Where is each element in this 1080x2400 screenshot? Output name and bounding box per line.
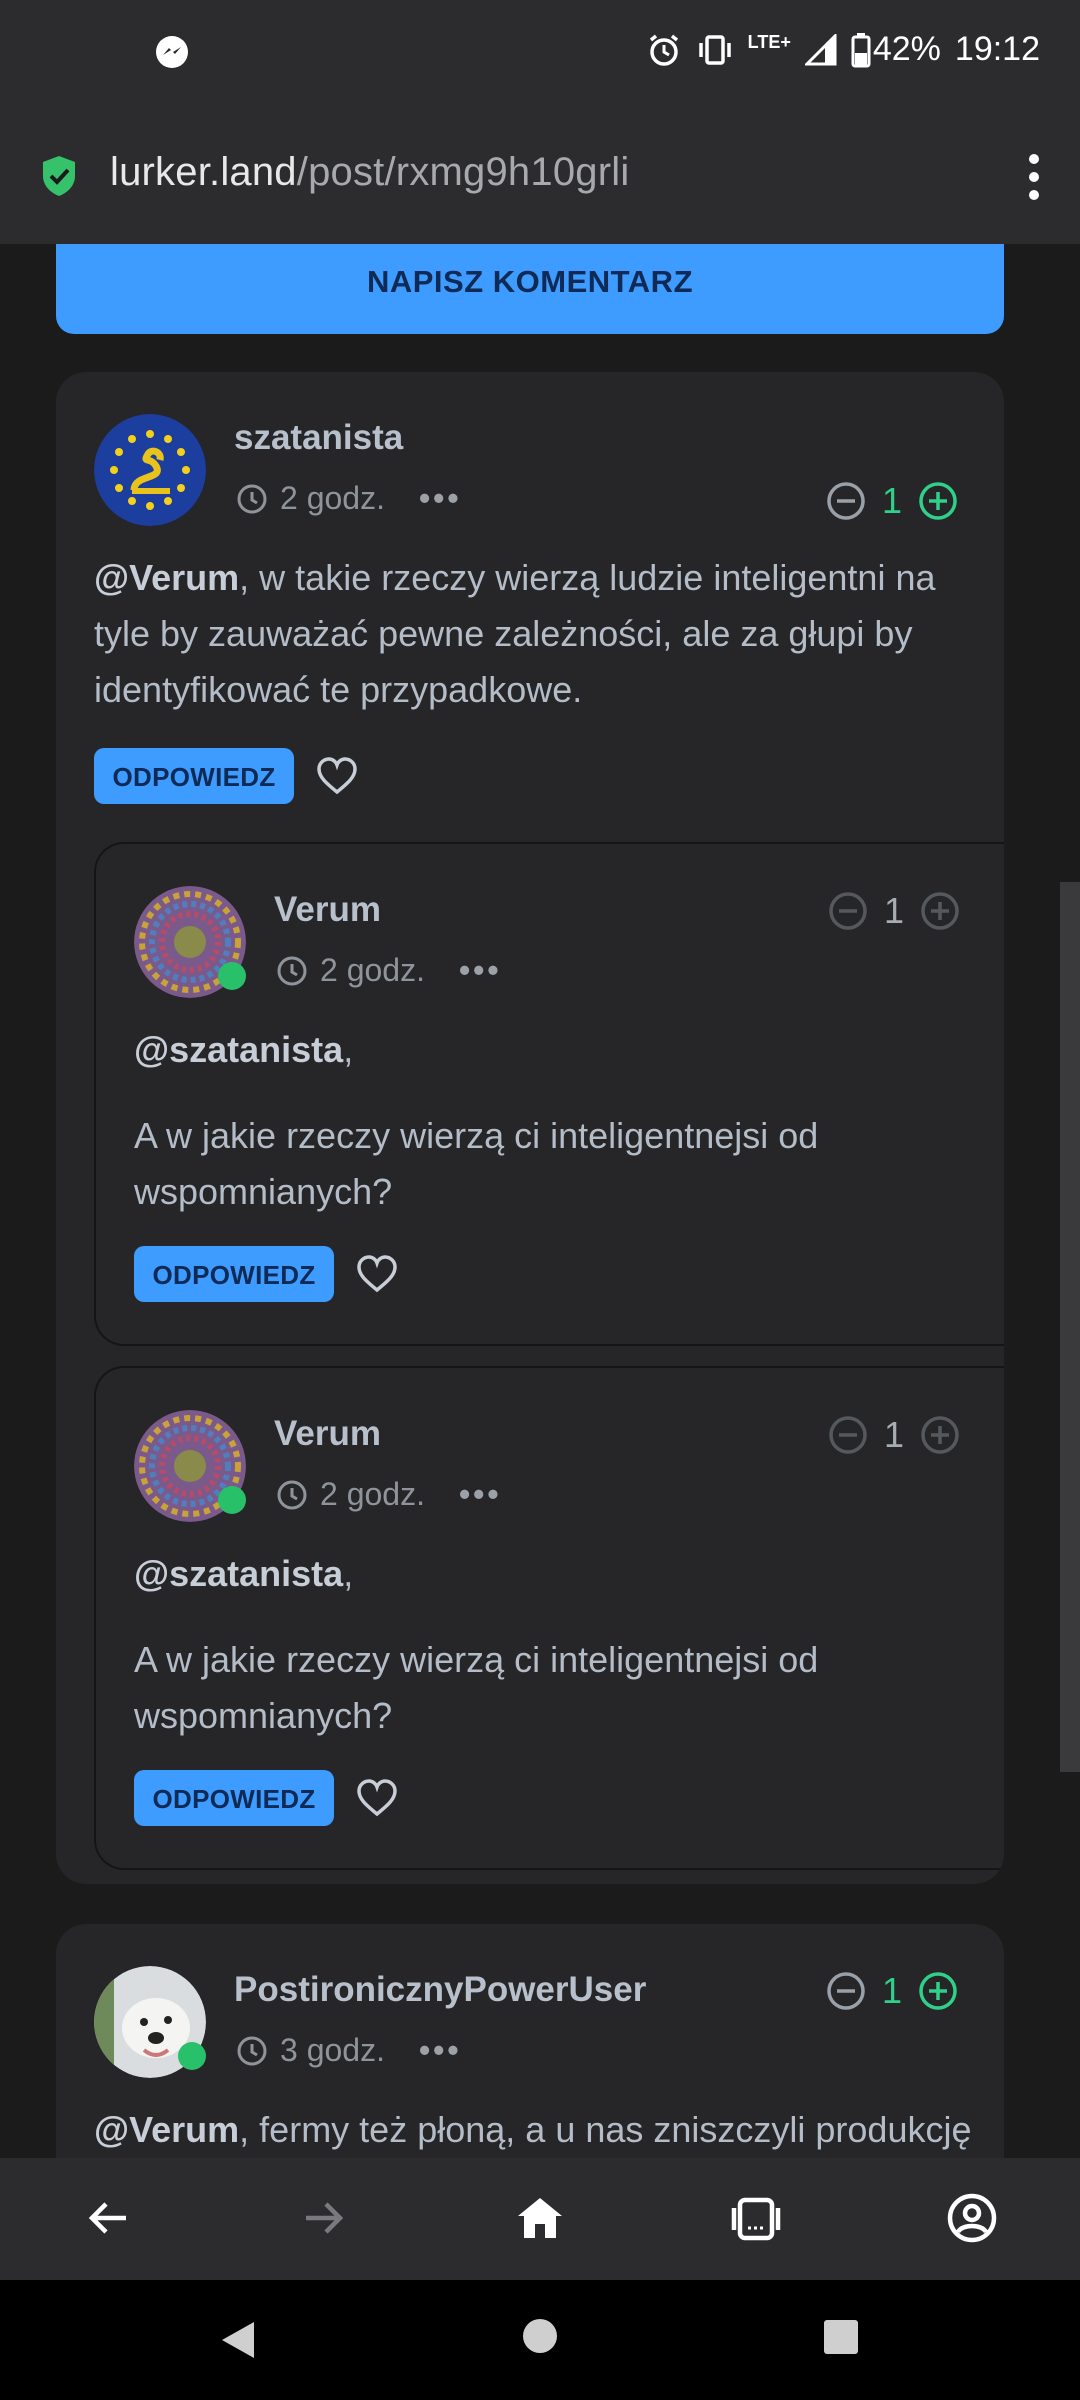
more-options-button[interactable]: ••• <box>459 1476 502 1513</box>
account-icon[interactable] <box>946 2192 998 2244</box>
comment-time: 2 godz. ••• <box>276 952 502 989</box>
reply-button[interactable]: ODPOWIEDZ <box>94 748 294 804</box>
upvote-icon[interactable] <box>918 481 958 521</box>
url-path: /post/rxmg9h10grli <box>296 150 630 194</box>
write-comment-button[interactable]: NAPISZ KOMENTARZ <box>56 244 1004 334</box>
avatar[interactable] <box>94 414 206 526</box>
comment-author[interactable]: Verum <box>274 1414 381 1454</box>
mention-suffix: , <box>343 1553 354 1594</box>
browser-url-bar[interactable]: lurker.land/post/rxmg9h10grli <box>0 106 1080 244</box>
downvote-icon[interactable] <box>826 1971 866 2011</box>
tabs-icon[interactable] <box>730 2192 782 2244</box>
user-mention[interactable]: @szatanista <box>134 1553 343 1594</box>
like-heart-icon[interactable] <box>316 756 358 796</box>
comment-body: A w jakie rzeczy wierzą ci inteligentnej… <box>134 1639 819 1736</box>
reply-button[interactable]: ODPOWIEDZ <box>134 1770 334 1826</box>
comment-time: 2 godz. ••• <box>276 1476 502 1513</box>
forward-arrow-icon[interactable] <box>298 2192 350 2244</box>
overflow-menu-icon[interactable] <box>1024 152 1044 202</box>
url-domain: lurker.land <box>110 150 297 194</box>
vibrate-icon <box>698 34 731 65</box>
messenger-icon <box>156 36 188 68</box>
time-label: 2 godz. <box>320 1476 425 1512</box>
vote-controls: 1 <box>826 480 958 522</box>
vote-score: 1 <box>884 890 905 931</box>
downvote-icon[interactable] <box>826 481 866 521</box>
like-heart-icon[interactable] <box>356 1254 398 1294</box>
downvote-icon[interactable] <box>828 1415 868 1455</box>
network-type: LTE+ <box>747 32 791 52</box>
comment-body: @Verum, w takie rzeczy wierzą ludzie int… <box>94 550 974 718</box>
user-mention[interactable]: @Verum <box>94 2109 239 2150</box>
comment-time: 3 godz. ••• <box>236 2032 462 2069</box>
upvote-icon[interactable] <box>918 1971 958 2011</box>
nested-reply: Verum 2 godz. ••• 1 @szatanista, A w jak… <box>94 842 1004 1346</box>
vote-controls: 1 <box>828 1414 960 1456</box>
comment-body: @Verum, fermy też płoną, a u nas zniszcz… <box>94 2102 994 2158</box>
clock-time: 19:12 <box>954 30 1040 68</box>
url-text[interactable]: lurker.land/post/rxmg9h10grli <box>110 150 629 195</box>
time-label: 2 godz. <box>320 952 425 988</box>
signal-icon <box>804 33 837 65</box>
online-indicator <box>218 962 246 990</box>
comment-thread: PostironicznyPowerUser 3 godz. ••• 1 @Ve… <box>56 1924 1004 2158</box>
battery-icon <box>851 32 871 67</box>
system-nav-bar <box>0 2280 1080 2400</box>
reply-button[interactable]: ODPOWIEDZ <box>134 1246 334 1302</box>
system-back-icon[interactable] <box>218 2318 258 2362</box>
clock-icon <box>277 956 307 985</box>
comment-mention-line: @szatanista, <box>134 1546 974 1602</box>
secure-shield-icon[interactable] <box>40 154 78 198</box>
upvote-icon[interactable] <box>920 891 960 931</box>
comment-thread: szatanista 2 godz. ••• 1 @Verum, w takie… <box>56 372 1004 1884</box>
eu-flag-avatar-icon <box>94 414 206 526</box>
user-mention[interactable]: @Verum <box>94 557 239 598</box>
clock-icon <box>237 2036 267 2065</box>
comment-author[interactable]: PostironicznyPowerUser <box>234 1970 646 2010</box>
comment-body: A w jakie rzeczy wierzą ci inteligentnej… <box>134 1115 819 1212</box>
comment-author[interactable]: Verum <box>274 890 381 930</box>
online-indicator <box>218 1486 246 1514</box>
status-bar: LTE+ 42% 19:12 <box>0 0 1080 106</box>
vote-controls: 1 <box>828 890 960 932</box>
nested-reply: Verum 2 godz. ••• 1 @szatanista, A w jak… <box>94 1366 1004 1870</box>
vote-controls: 1 <box>826 1970 958 2012</box>
clock-icon <box>277 1480 307 1509</box>
online-indicator <box>178 2042 206 2070</box>
scrollbar[interactable] <box>1060 882 1080 1772</box>
more-options-button[interactable]: ••• <box>459 952 502 989</box>
page-content[interactable]: NAPISZ KOMENTARZ szatanista 2 godz. ••• <box>0 244 1080 2158</box>
comment-text: , fermy też płoną, a u nas zniszczyli pr… <box>239 2109 972 2150</box>
system-recents-icon[interactable] <box>822 2318 860 2356</box>
vote-score: 1 <box>882 1970 903 2011</box>
battery-percent: 42% <box>872 30 941 68</box>
home-icon[interactable] <box>514 2192 566 2244</box>
time-label: 3 godz. <box>280 2032 385 2068</box>
comment-mention-line: @szatanista, <box>134 1022 974 1078</box>
mention-suffix: , <box>343 1029 354 1070</box>
time-label: 2 godz. <box>280 480 385 516</box>
back-arrow-icon[interactable] <box>82 2192 134 2244</box>
status-icons: LTE+ 42% 19:12 <box>646 30 1040 69</box>
alarm-icon <box>649 34 678 66</box>
upvote-icon[interactable] <box>920 1415 960 1455</box>
more-options-button[interactable]: ••• <box>419 480 462 517</box>
like-heart-icon[interactable] <box>356 1778 398 1818</box>
comment-author[interactable]: szatanista <box>234 418 403 458</box>
vote-score: 1 <box>882 480 903 521</box>
browser-bottom-nav <box>0 2158 1080 2280</box>
vote-score: 1 <box>884 1414 905 1455</box>
downvote-icon[interactable] <box>828 891 868 931</box>
system-home-icon[interactable] <box>522 2318 558 2354</box>
comment-time: 2 godz. ••• <box>236 480 462 517</box>
more-options-button[interactable]: ••• <box>419 2032 462 2069</box>
clock-icon <box>237 484 267 513</box>
user-mention[interactable]: @szatanista <box>134 1029 343 1070</box>
